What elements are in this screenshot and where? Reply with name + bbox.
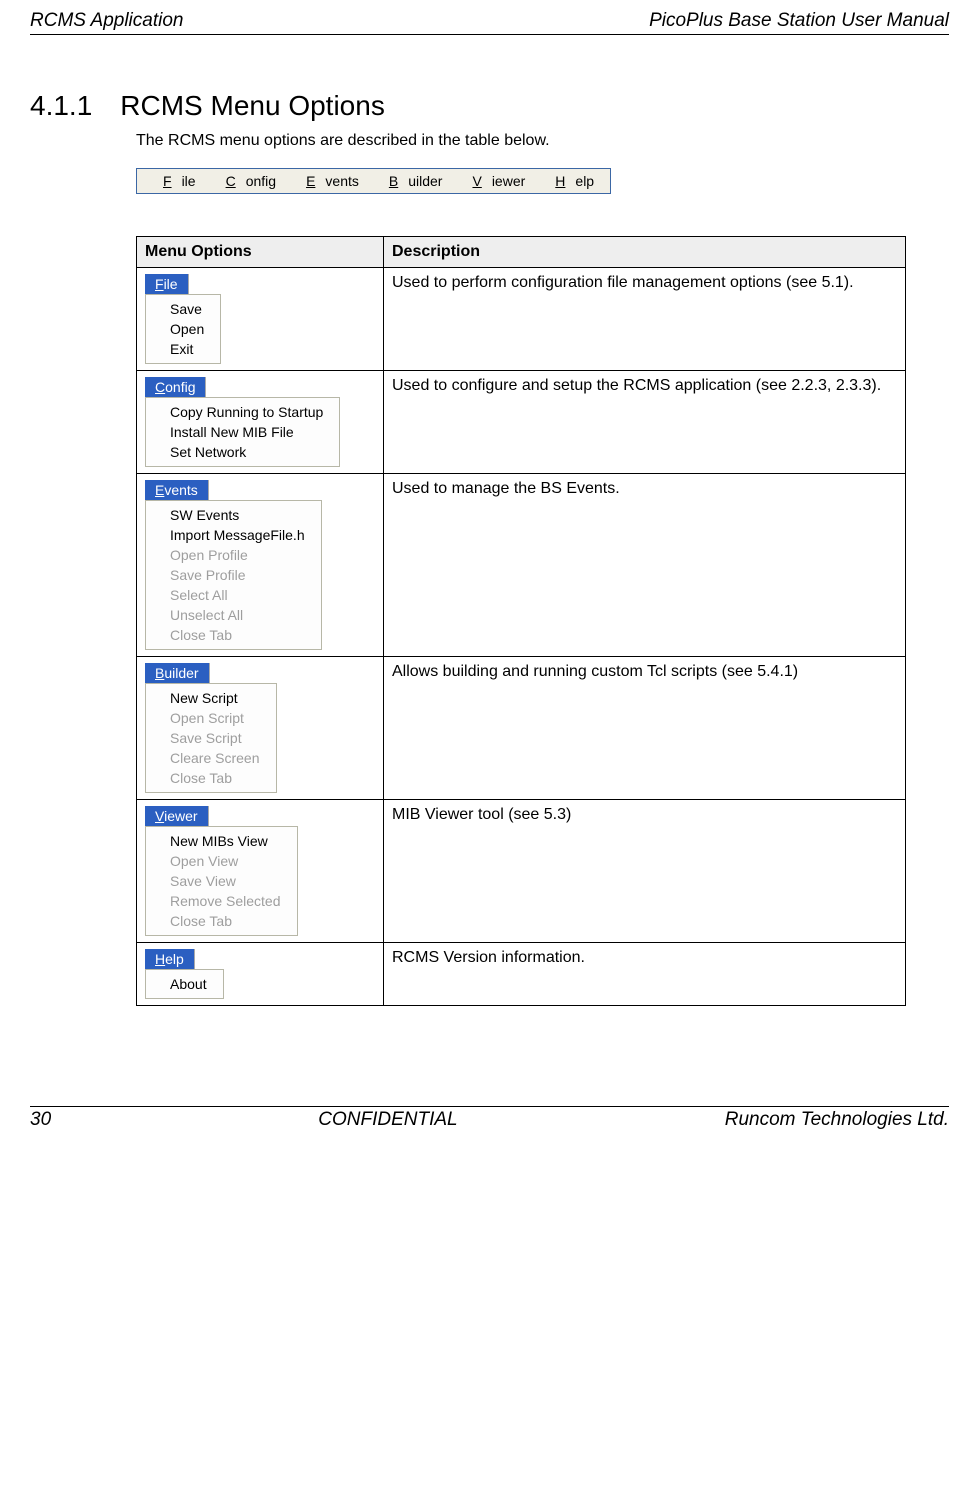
description-cell: MIB Viewer tool (see 5.3) (384, 800, 906, 943)
menu-item[interactable]: New MIBs View (148, 831, 295, 851)
menu-item: Select All (148, 585, 319, 605)
menu-item: Unselect All (148, 605, 319, 625)
menu-screenshot-cell: Help About (137, 943, 384, 1006)
header-left: RCMS Application (30, 10, 183, 32)
dropdown-viewer: New MIBs ViewOpen ViewSave ViewRemove Se… (145, 826, 298, 936)
menu-item: Remove Selected (148, 891, 295, 911)
menu-button-file[interactable]: File (145, 274, 189, 295)
dropdown-events: SW EventsImport MessageFile.hOpen Profil… (145, 500, 322, 650)
page: RCMS Application PicoPlus Base Station U… (0, 0, 979, 1151)
menu-item[interactable]: Set Network (148, 442, 337, 462)
col-description: Description (384, 237, 906, 268)
table-row: EventsSW EventsImport MessageFile.hOpen … (137, 474, 906, 657)
menu-item[interactable]: Exit (148, 339, 218, 359)
menu-item: Close Tab (148, 768, 274, 788)
menu-item[interactable]: Copy Running to Startup (148, 402, 337, 422)
menu-events[interactable]: Events (286, 171, 369, 191)
menu-button-help[interactable]: Help (145, 949, 195, 970)
menu-screenshot-cell: EventsSW EventsImport MessageFile.hOpen … (137, 474, 384, 657)
menu-viewer[interactable]: Viewer (452, 171, 535, 191)
table-row: ViewerNew MIBs ViewOpen ViewSave ViewRem… (137, 800, 906, 943)
menu-item: Open Script (148, 708, 274, 728)
footer-right: Runcom Technologies Ltd. (725, 1109, 949, 1131)
menu-item[interactable]: New Script (148, 688, 274, 708)
menu-item[interactable]: About (148, 974, 221, 994)
menu-item: Open View (148, 851, 295, 871)
menu-item: Close Tab (148, 911, 295, 931)
dropdown-config: Copy Running to StartupInstall New MIB F… (145, 397, 340, 467)
dropdown-help: About (145, 969, 224, 999)
menu-item[interactable]: Save (148, 299, 218, 319)
menubar-screenshot: FileConfigEventsBuilderViewerHelp (136, 168, 949, 194)
intro-text: The RCMS menu options are described in t… (136, 132, 949, 150)
description-cell: RCMS Version information. (384, 943, 906, 1006)
menu-item: Open Profile (148, 545, 319, 565)
menu-screenshot-cell: ConfigCopy Running to StartupInstall New… (137, 371, 384, 474)
menu-file[interactable]: File (143, 171, 206, 191)
menu-screenshot-cell: ViewerNew MIBs ViewOpen ViewSave ViewRem… (137, 800, 384, 943)
table-row: ConfigCopy Running to StartupInstall New… (137, 371, 906, 474)
description-cell: Used to manage the BS Events. (384, 474, 906, 657)
menu-item: Close Tab (148, 625, 319, 645)
menu-button-viewer[interactable]: Viewer (145, 806, 209, 827)
menu-button-events[interactable]: Events (145, 480, 209, 501)
section-title: RCMS Menu Options (120, 90, 385, 122)
page-footer: 30 CONFIDENTIAL Runcom Technologies Ltd. (30, 1106, 949, 1131)
footer-page-number: 30 (30, 1109, 51, 1131)
menu-item[interactable]: Import MessageFile.h (148, 525, 319, 545)
menu-button-config[interactable]: Config (145, 377, 206, 398)
section-heading: 4.1.1 RCMS Menu Options (30, 90, 949, 122)
menu-item[interactable]: Open (148, 319, 218, 339)
dropdown-file: SaveOpenExit (145, 294, 221, 364)
table-row: FileSaveOpenExitUsed to perform configur… (137, 268, 906, 371)
description-cell: Used to perform configuration file manag… (384, 268, 906, 371)
page-header: RCMS Application PicoPlus Base Station U… (30, 10, 949, 35)
table-row: BuilderNew ScriptOpen ScriptSave ScriptC… (137, 657, 906, 800)
table-row: Help About RCMS Version information. (137, 943, 906, 1006)
menu-item[interactable]: Install New MIB File (148, 422, 337, 442)
menu-item: Save View (148, 871, 295, 891)
menu-screenshot-cell: FileSaveOpenExit (137, 268, 384, 371)
section-number: 4.1.1 (30, 90, 92, 122)
description-cell: Used to configure and setup the RCMS app… (384, 371, 906, 474)
header-right: PicoPlus Base Station User Manual (649, 10, 949, 32)
menu-item: Cleare Screen (148, 748, 274, 768)
menu-help[interactable]: Help (535, 171, 604, 191)
menu-screenshot-cell: BuilderNew ScriptOpen ScriptSave ScriptC… (137, 657, 384, 800)
menu-options-table: Menu Options Description FileSaveOpenExi… (136, 236, 906, 1006)
description-cell: Allows building and running custom Tcl s… (384, 657, 906, 800)
footer-center: CONFIDENTIAL (318, 1109, 457, 1131)
col-menu-options: Menu Options (137, 237, 384, 268)
menu-builder[interactable]: Builder (369, 171, 453, 191)
menu-item[interactable]: SW Events (148, 505, 319, 525)
menu-config[interactable]: Config (206, 171, 286, 191)
menu-button-builder[interactable]: Builder (145, 663, 210, 684)
menu-item: Save Profile (148, 565, 319, 585)
menu-item: Save Script (148, 728, 274, 748)
dropdown-builder: New ScriptOpen ScriptSave ScriptCleare S… (145, 683, 277, 793)
